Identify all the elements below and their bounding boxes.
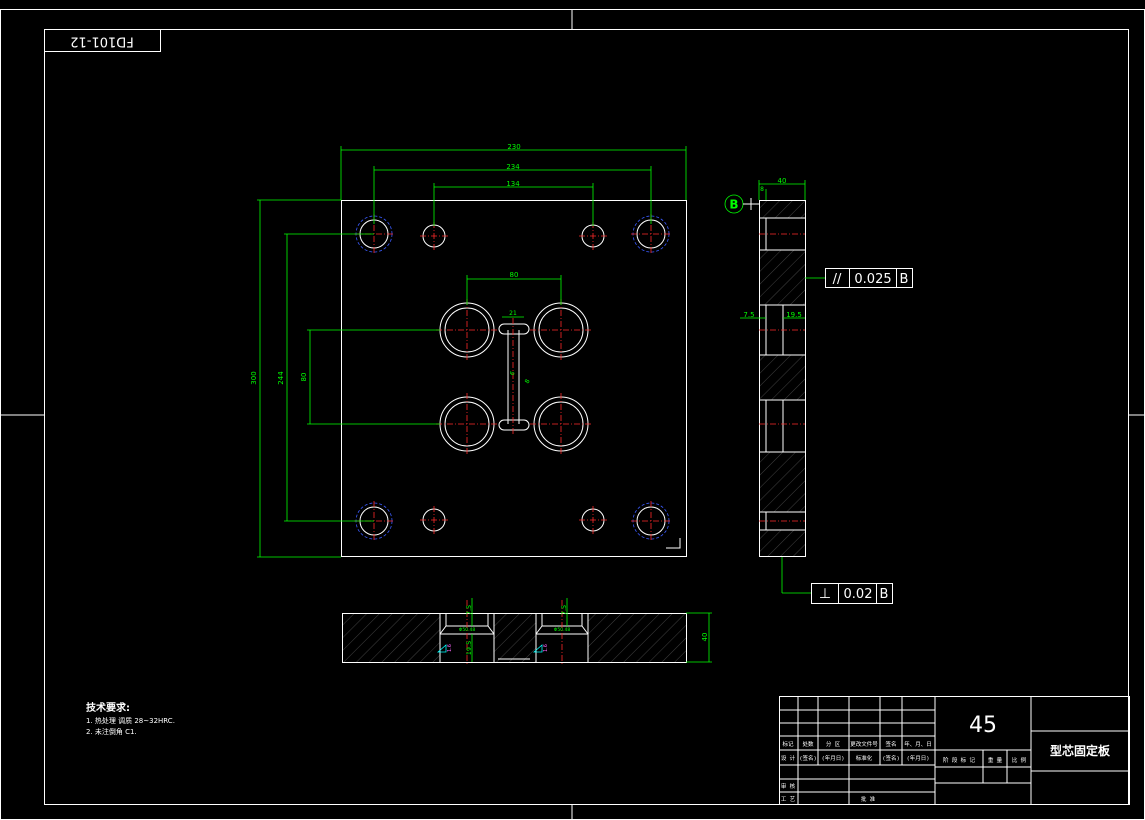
- side-view: 40 8 7.5 19.5 B // 0.025 B ⊥ 0.02 B: [724, 177, 913, 604]
- plate-outline: [341, 200, 687, 557]
- svg-text:0.02: 0.02: [844, 587, 873, 602]
- title-block: 45 型芯固定板 标记 处数 分 区 更改文件号 签名 年、月、日 设 计 (签…: [779, 696, 1130, 805]
- cad-drawing: FD101-12 230 234 134 80 21 300 244 80 6 …: [0, 9, 1145, 820]
- svg-text:21: 21: [509, 310, 517, 317]
- svg-text:244: 244: [277, 371, 285, 385]
- svg-text:19.5: 19.5: [465, 641, 473, 655]
- svg-text:标记: 标记: [782, 740, 794, 748]
- svg-text:B: B: [880, 587, 889, 602]
- material-value: 45: [969, 713, 997, 738]
- notes-title: 技术要求:: [86, 701, 130, 714]
- part-name: 型芯固定板: [1050, 743, 1111, 758]
- svg-text:(签名): (签名): [882, 754, 900, 762]
- svg-text:(年月日): (年月日): [821, 754, 844, 762]
- svg-text:B: B: [900, 272, 909, 287]
- pin-holes: [420, 222, 607, 534]
- svg-text:8: 8: [524, 378, 532, 385]
- svg-text:19.5: 19.5: [786, 311, 802, 319]
- sheet-border: [0, 9, 1145, 820]
- tolerance-parallel: // 0.025 B: [805, 268, 913, 288]
- svg-text:重 量: 重 量: [988, 756, 1003, 764]
- svg-text:⊥: ⊥: [819, 586, 831, 602]
- drawing-number-box: FD101-12: [44, 29, 161, 52]
- svg-text:8: 8: [760, 186, 764, 193]
- svg-text:Φ50.48: Φ50.48: [554, 627, 571, 633]
- svg-text:批 准: 批 准: [861, 795, 876, 803]
- svg-text:40: 40: [701, 633, 709, 642]
- svg-text:1.6: 1.6: [543, 644, 549, 652]
- notes-line-1: 1. 热处理 调质 28~32HRC.: [86, 716, 175, 725]
- svg-text:230: 230: [507, 143, 520, 151]
- svg-text:7.5: 7.5: [465, 605, 473, 615]
- drawing-number: FD101-12: [70, 34, 134, 49]
- svg-text:234: 234: [506, 163, 520, 171]
- svg-text:7.5: 7.5: [743, 311, 754, 319]
- svg-text:0.025: 0.025: [854, 272, 891, 287]
- svg-text:40: 40: [778, 177, 787, 185]
- technical-notes: 技术要求: 1. 热处理 调质 28~32HRC. 2. 未注倒角 C1.: [86, 701, 175, 736]
- svg-text:更改文件号: 更改文件号: [850, 740, 878, 748]
- svg-text:Φ50.48: Φ50.48: [459, 627, 476, 633]
- bolt-holes: [354, 214, 671, 541]
- svg-text:134: 134: [506, 180, 520, 188]
- svg-text:300: 300: [250, 371, 258, 384]
- svg-text:年、月、日: 年、月、日: [904, 740, 932, 748]
- svg-text:工 艺: 工 艺: [781, 796, 796, 803]
- notes-line-2: 2. 未注倒角 C1.: [86, 727, 137, 736]
- svg-text:80: 80: [510, 271, 519, 279]
- svg-text:设 计: 设 计: [781, 754, 796, 762]
- svg-text:分 区: 分 区: [826, 740, 841, 748]
- front-dimensions: 230 234 134 80 21 300 244 80 6 8: [250, 143, 687, 558]
- svg-text:(年月日): (年月日): [906, 754, 929, 762]
- datum-b: B: [724, 194, 759, 214]
- svg-text:(签名): (签名): [799, 754, 817, 762]
- section-view: 7.5 7.5 19.5 Φ50.48 Φ50.48 1.6 1.6 40: [342, 598, 712, 664]
- svg-text:80: 80: [300, 373, 308, 382]
- svg-text:签名: 签名: [885, 740, 896, 748]
- front-view: 230 234 134 80 21 300 244 80 6 8: [250, 143, 687, 558]
- svg-text:7.5: 7.5: [560, 605, 568, 615]
- svg-text:标准化: 标准化: [856, 754, 873, 762]
- svg-text:阶 段 标 记: 阶 段 标 记: [943, 756, 975, 764]
- svg-text:审 核: 审 核: [781, 782, 796, 790]
- svg-text:处数: 处数: [802, 740, 814, 748]
- svg-text:B: B: [729, 198, 738, 212]
- svg-text:比 例: 比 例: [1012, 756, 1027, 764]
- tolerance-perpendicular: ⊥ 0.02 B: [781, 557, 893, 604]
- svg-text:6: 6: [509, 370, 517, 377]
- svg-text://: //: [833, 272, 842, 287]
- svg-text:1.6: 1.6: [447, 644, 453, 652]
